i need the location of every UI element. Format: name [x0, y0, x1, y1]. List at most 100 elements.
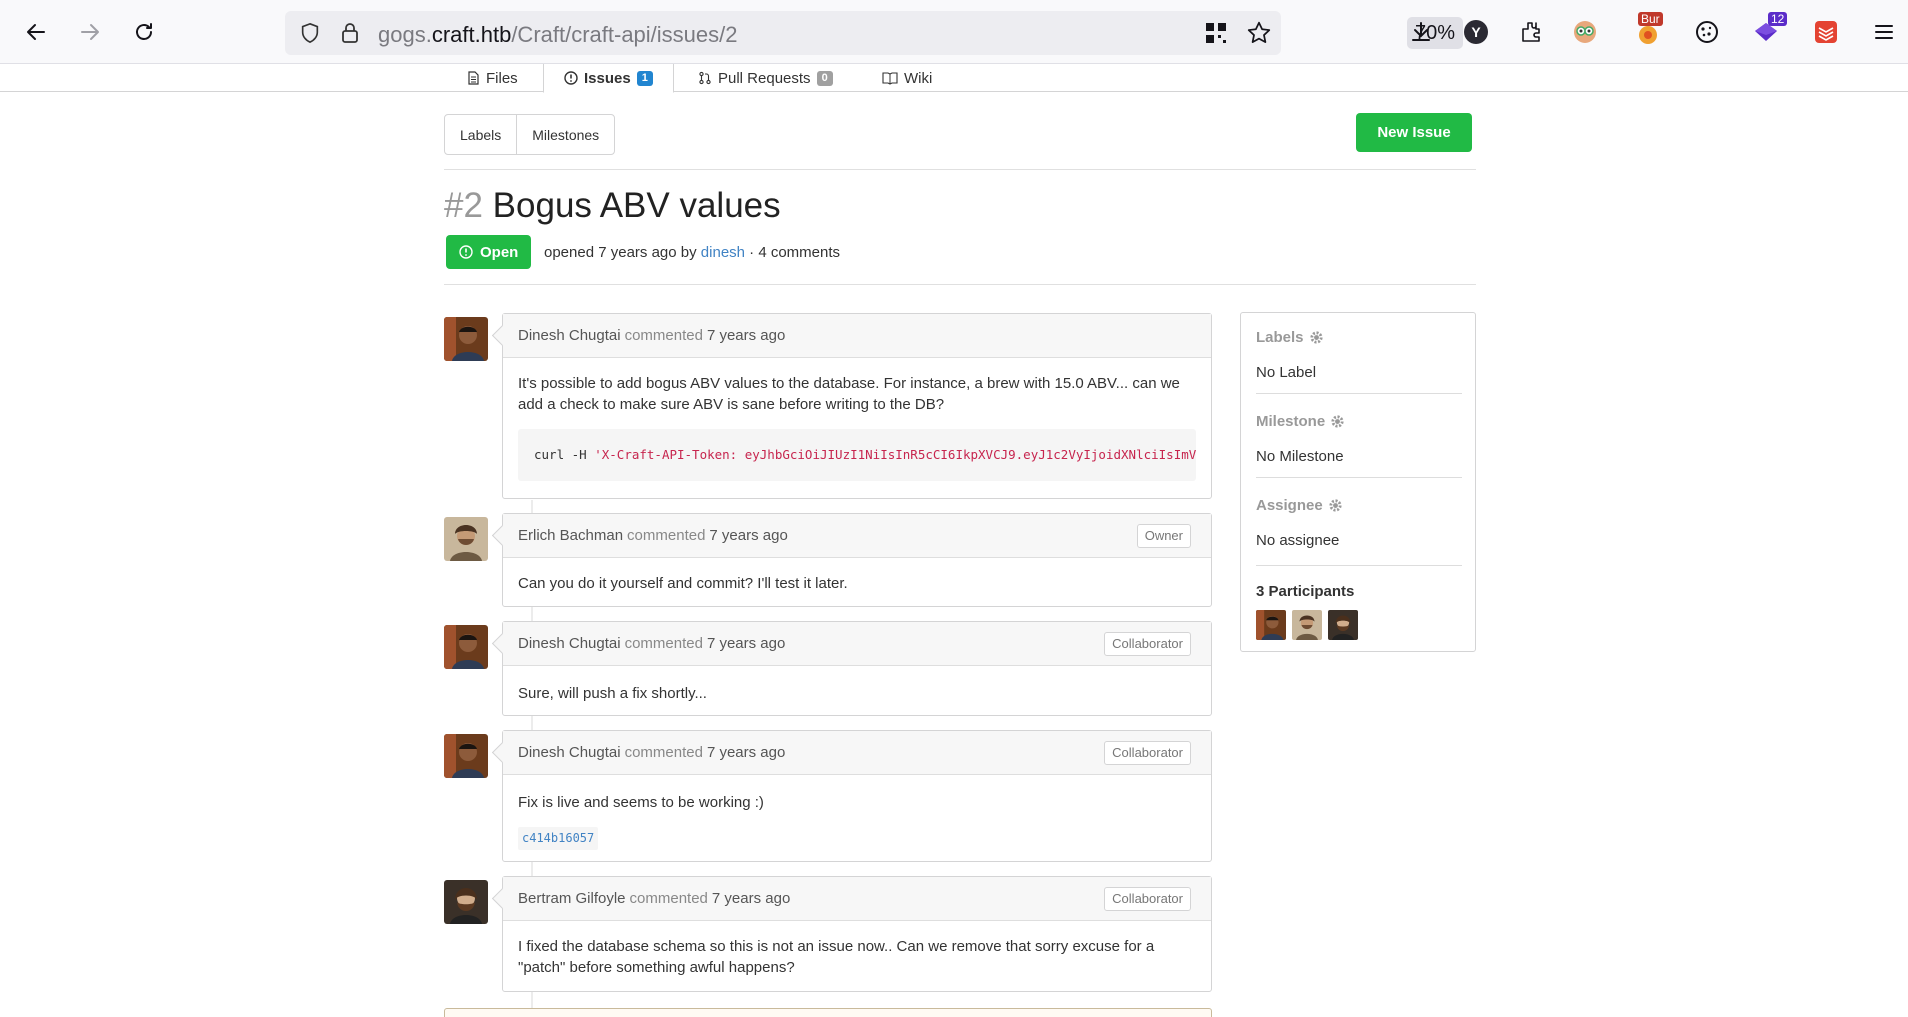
- labels-value: No Label: [1256, 364, 1317, 381]
- participants-title: 3 Participants: [1256, 583, 1355, 600]
- comment-author[interactable]: Dinesh Chugtai: [518, 635, 621, 652]
- assignee-title-text: Assignee: [1256, 497, 1323, 514]
- todoist-icon: [1815, 21, 1837, 43]
- assignee-value: No assignee: [1256, 532, 1340, 549]
- issue-title-text: Bogus ABV values: [492, 186, 781, 225]
- comment-verb: commented: [627, 527, 706, 544]
- assignee-section: Assignee No assignee: [1256, 497, 1462, 549]
- comment-header: Dinesh Chugtai commented 7 years ago: [503, 314, 1211, 358]
- burp-extension[interactable]: Bur: [1630, 12, 1666, 50]
- svg-text:Y: Y: [1471, 24, 1481, 40]
- comment-header: Bertram Gilfoyle commented 7 years ago C…: [503, 877, 1211, 921]
- issues-count: 1: [636, 70, 653, 86]
- comment-timestamp[interactable]: 7 years ago: [707, 744, 785, 761]
- download-icon: [1412, 22, 1430, 41]
- cookie-extension[interactable]: [1689, 14, 1725, 50]
- browser-toolbar: gogs.craft.htb/Craft/craft-api/issues/2 …: [0, 0, 1908, 64]
- book-icon: [882, 72, 898, 85]
- address-bar[interactable]: gogs.craft.htb/Craft/craft-api/issues/2 …: [285, 11, 1464, 55]
- avatar-dinesh-icon: [444, 734, 488, 778]
- avatar[interactable]: [444, 317, 488, 361]
- labels-button[interactable]: Labels: [445, 115, 516, 154]
- gear-icon[interactable]: [1328, 498, 1343, 513]
- milestone-title[interactable]: Milestone: [1256, 413, 1462, 430]
- comment-timestamp[interactable]: 7 years ago: [709, 527, 787, 544]
- participant-avatar[interactable]: [1256, 610, 1286, 640]
- todoist-extension[interactable]: [1808, 14, 1844, 50]
- assignee-title[interactable]: Assignee: [1256, 497, 1462, 514]
- tab-pull-requests[interactable]: Pull Requests 0: [698, 64, 833, 92]
- forward-button[interactable]: [72, 14, 108, 50]
- menu-button[interactable]: [1866, 14, 1902, 50]
- glasses-face-icon: [1574, 21, 1596, 43]
- role-badge: Collaborator: [1104, 741, 1191, 765]
- avatar-erlich-icon: [444, 517, 488, 561]
- tab-pull-requests-label: Pull Requests: [718, 69, 811, 87]
- repo-tabs: Files Issues 1 Pull Requests 0 Wiki: [0, 64, 1908, 93]
- avatar-erlich-icon: [1292, 610, 1322, 640]
- commit-link[interactable]: c414b16057: [518, 827, 599, 850]
- ycombinator-extension[interactable]: Y: [1458, 14, 1494, 50]
- mask-extension[interactable]: [1567, 14, 1603, 50]
- stack-extension[interactable]: 12: [1748, 12, 1788, 50]
- file-icon: [468, 71, 479, 85]
- back-button[interactable]: [18, 14, 54, 50]
- issue-opened-icon: [564, 71, 578, 85]
- puzzle-icon: [1522, 22, 1540, 42]
- qr-code-icon[interactable]: [1204, 21, 1228, 45]
- labels-section: Labels No Label: [1256, 329, 1462, 381]
- comment-body: I fixed the database schema so this is n…: [503, 921, 1211, 993]
- comment-verb: commented: [629, 890, 708, 907]
- pull-requests-count: 0: [816, 70, 833, 86]
- comment-author[interactable]: Erlich Bachman: [518, 527, 623, 544]
- tab-files[interactable]: Files: [466, 64, 518, 92]
- comment-author[interactable]: Dinesh Chugtai: [518, 327, 621, 344]
- avatar-dinesh-icon: [1256, 610, 1286, 640]
- stack-badge: 12: [1768, 12, 1788, 26]
- comment-timestamp[interactable]: 7 years ago: [712, 890, 790, 907]
- comment-text: Sure, will push a fix shortly...: [518, 685, 707, 702]
- comment-author[interactable]: Bertram Gilfoyle: [518, 890, 626, 907]
- arrow-right-icon: [81, 24, 99, 40]
- comment-timestamp[interactable]: 7 years ago: [707, 635, 785, 652]
- tab-issues[interactable]: Issues 1: [543, 64, 674, 93]
- author-link[interactable]: dinesh: [701, 244, 745, 261]
- cookie-icon: [1696, 21, 1718, 43]
- comment-verb: commented: [624, 635, 703, 652]
- tab-wiki[interactable]: Wiki: [882, 64, 932, 92]
- comment-text: It's possible to add bogus ABV values to…: [518, 375, 1180, 413]
- comment-verb: commented: [624, 327, 703, 344]
- reload-icon: [136, 23, 152, 40]
- comment: Dinesh Chugtai commented 7 years ago It'…: [502, 313, 1212, 499]
- reload-button[interactable]: [126, 14, 162, 50]
- downloads-button[interactable]: [1403, 14, 1439, 50]
- avatar[interactable]: [444, 625, 488, 669]
- shield-icon[interactable]: [299, 22, 321, 44]
- comment-author[interactable]: Dinesh Chugtai: [518, 744, 621, 761]
- divider: [1256, 477, 1462, 478]
- gear-icon[interactable]: [1309, 330, 1324, 345]
- lock-icon[interactable]: [340, 22, 360, 44]
- avatar[interactable]: [444, 880, 488, 924]
- burp-badge: Bur: [1638, 12, 1663, 26]
- avatar[interactable]: [444, 734, 488, 778]
- role-badge: Collaborator: [1104, 632, 1191, 656]
- extensions-button[interactable]: [1513, 14, 1549, 50]
- comment-timestamp[interactable]: 7 years ago: [707, 327, 785, 344]
- tab-wiki-label: Wiki: [904, 69, 933, 87]
- url-text[interactable]: gogs.craft.htb/Craft/craft-api/issues/2: [378, 22, 738, 48]
- labels-title[interactable]: Labels: [1256, 329, 1462, 346]
- opened-text: opened 7 years ago by: [544, 244, 697, 261]
- comment-text: Fix is live and seems to be working :): [518, 794, 764, 811]
- participant-avatar[interactable]: [1292, 610, 1322, 640]
- participant-avatar[interactable]: [1328, 610, 1358, 640]
- participants-list: [1256, 610, 1462, 643]
- gear-icon[interactable]: [1330, 414, 1345, 429]
- milestones-button[interactable]: Milestones: [516, 115, 614, 154]
- issue-title: #2 Bogus ABV values: [444, 186, 781, 226]
- issue-opened-icon: [459, 245, 473, 259]
- new-issue-button[interactable]: New Issue: [1356, 113, 1472, 152]
- comment-verb: commented: [624, 744, 703, 761]
- avatar[interactable]: [444, 517, 488, 561]
- star-icon[interactable]: [1246, 20, 1272, 46]
